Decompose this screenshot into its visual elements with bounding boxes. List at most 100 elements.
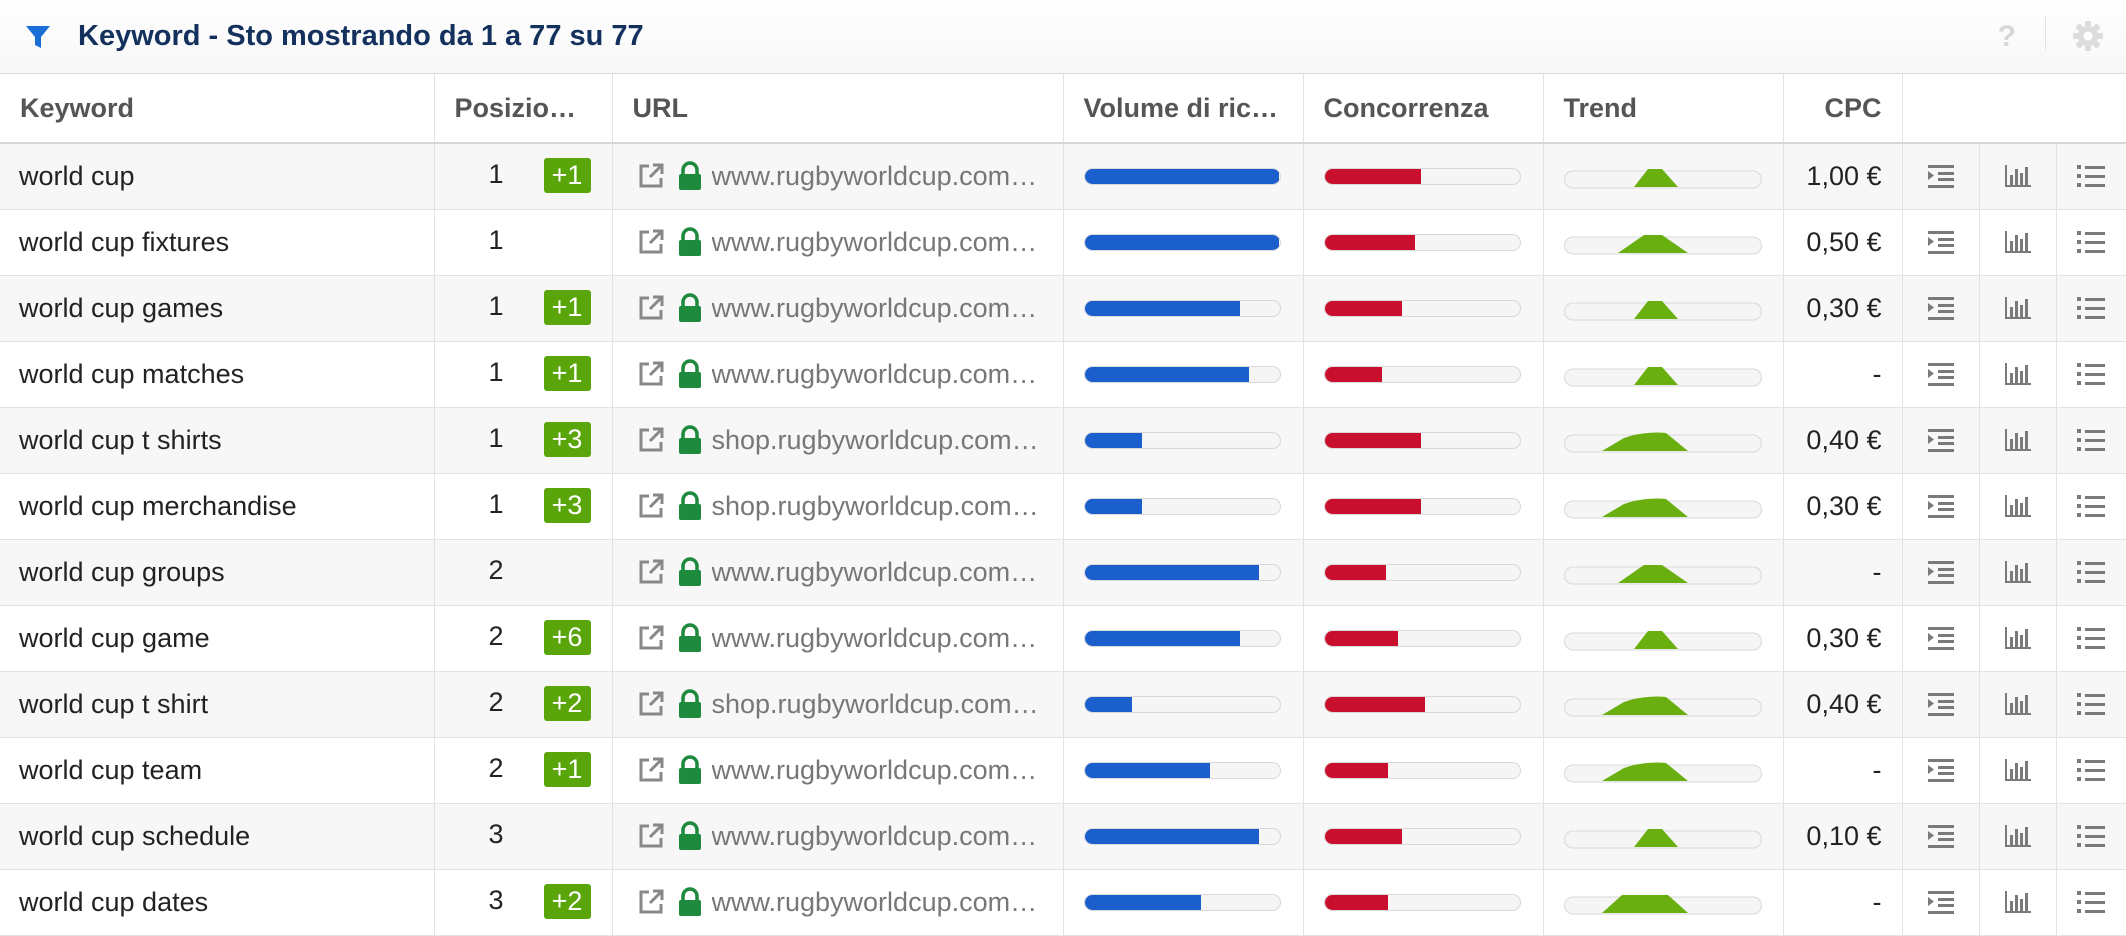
- list-icon[interactable]: [2076, 428, 2106, 452]
- external-link-icon[interactable]: [637, 624, 665, 652]
- url-link[interactable]: www.rugbyworldcup.com…: [712, 359, 1050, 390]
- indent-list-icon[interactable]: [1927, 361, 1955, 387]
- column-header-competition[interactable]: Concorrenza: [1303, 74, 1544, 144]
- indent-list-icon[interactable]: [1927, 757, 1955, 783]
- list-icon[interactable]: [2076, 824, 2106, 848]
- list-icon[interactable]: [2076, 296, 2106, 320]
- trend-sparkline[interactable]: [1563, 493, 1762, 519]
- bar-chart-icon[interactable]: [2004, 560, 2032, 584]
- bar-chart-icon[interactable]: [2004, 428, 2032, 452]
- trend-sparkline[interactable]: [1563, 163, 1762, 189]
- external-link-icon[interactable]: [637, 756, 665, 784]
- url-link[interactable]: www.rugbyworldcup.com…: [712, 821, 1050, 852]
- url-link[interactable]: shop.rugbyworldcup.com…: [712, 689, 1050, 720]
- bar-chart-icon[interactable]: [2004, 824, 2032, 848]
- url-link[interactable]: www.rugbyworldcup.com…: [712, 623, 1050, 654]
- trend-sparkline[interactable]: [1563, 625, 1762, 651]
- trend-sparkline[interactable]: [1563, 559, 1762, 585]
- list-icon[interactable]: [2076, 362, 2106, 386]
- url-link[interactable]: www.rugbyworldcup.com…: [712, 557, 1050, 588]
- keyword-cell[interactable]: world cup: [0, 143, 435, 210]
- bar-chart-icon[interactable]: [2004, 758, 2032, 782]
- table-row[interactable]: world cup game 2 +6 www.rugbyworldcup.co…: [0, 605, 2126, 672]
- trend-sparkline[interactable]: [1563, 295, 1762, 321]
- table-row[interactable]: world cup 1 +1 www.rugbyworldcup.com… 1,…: [0, 143, 2126, 210]
- trend-sparkline[interactable]: [1563, 691, 1762, 717]
- keyword-cell[interactable]: world cup dates: [0, 869, 435, 936]
- filter-icon[interactable]: [24, 23, 52, 51]
- table-row[interactable]: world cup dates 3 +2 www.rugbyworldcup.c…: [0, 869, 2126, 936]
- indent-list-icon[interactable]: [1927, 163, 1955, 189]
- indent-list-icon[interactable]: [1927, 229, 1955, 255]
- trend-sparkline[interactable]: [1563, 823, 1762, 849]
- help-icon[interactable]: ?: [1998, 20, 2016, 54]
- trend-sparkline[interactable]: [1563, 229, 1762, 255]
- list-icon[interactable]: [2076, 626, 2106, 650]
- external-link-icon[interactable]: [637, 888, 665, 916]
- column-header-cpc[interactable]: CPC: [1783, 74, 1903, 144]
- url-link[interactable]: www.rugbyworldcup.com…: [712, 755, 1050, 786]
- bar-chart-icon[interactable]: [2004, 362, 2032, 386]
- external-link-icon[interactable]: [637, 360, 665, 388]
- column-header-position[interactable]: Posizion…: [434, 74, 613, 144]
- external-link-icon[interactable]: [637, 558, 665, 586]
- column-header-keyword[interactable]: Keyword: [0, 74, 435, 144]
- column-header-url[interactable]: URL: [612, 74, 1064, 144]
- column-header-volume[interactable]: Volume di ric…: [1063, 74, 1304, 144]
- gear-icon[interactable]: [2072, 20, 2104, 52]
- keyword-cell[interactable]: world cup t shirt: [0, 671, 435, 738]
- indent-list-icon[interactable]: [1927, 493, 1955, 519]
- url-link[interactable]: www.rugbyworldcup.com…: [712, 227, 1050, 258]
- trend-sparkline[interactable]: [1563, 889, 1762, 915]
- list-icon[interactable]: [2076, 890, 2106, 914]
- table-row[interactable]: world cup matches 1 +1 www.rugbyworldcup…: [0, 341, 2126, 408]
- table-row[interactable]: world cup groups 2 www.rugbyworldcup.com…: [0, 539, 2126, 606]
- bar-chart-icon[interactable]: [2004, 626, 2032, 650]
- indent-list-icon[interactable]: [1927, 823, 1955, 849]
- external-link-icon[interactable]: [637, 492, 665, 520]
- table-row[interactable]: world cup schedule 3 www.rugbyworldcup.c…: [0, 803, 2126, 870]
- column-header-trend[interactable]: Trend: [1543, 74, 1784, 144]
- indent-list-icon[interactable]: [1927, 625, 1955, 651]
- external-link-icon[interactable]: [637, 426, 665, 454]
- bar-chart-icon[interactable]: [2004, 890, 2032, 914]
- list-icon[interactable]: [2076, 494, 2106, 518]
- keyword-cell[interactable]: world cup matches: [0, 341, 435, 408]
- bar-chart-icon[interactable]: [2004, 164, 2032, 188]
- indent-list-icon[interactable]: [1927, 427, 1955, 453]
- keyword-cell[interactable]: world cup groups: [0, 539, 435, 606]
- keyword-cell[interactable]: world cup schedule: [0, 803, 435, 870]
- indent-list-icon[interactable]: [1927, 889, 1955, 915]
- table-row[interactable]: world cup games 1 +1 www.rugbyworldcup.c…: [0, 275, 2126, 342]
- keyword-cell[interactable]: world cup games: [0, 275, 435, 342]
- trend-sparkline[interactable]: [1563, 427, 1762, 453]
- external-link-icon[interactable]: [637, 294, 665, 322]
- list-icon[interactable]: [2076, 560, 2106, 584]
- bar-chart-icon[interactable]: [2004, 296, 2032, 320]
- bar-chart-icon[interactable]: [2004, 230, 2032, 254]
- url-link[interactable]: shop.rugbyworldcup.com…: [712, 491, 1050, 522]
- trend-sparkline[interactable]: [1563, 361, 1762, 387]
- list-icon[interactable]: [2076, 230, 2106, 254]
- list-icon[interactable]: [2076, 692, 2106, 716]
- indent-list-icon[interactable]: [1927, 691, 1955, 717]
- keyword-cell[interactable]: world cup merchandise: [0, 473, 435, 540]
- keyword-cell[interactable]: world cup fixtures: [0, 209, 435, 276]
- indent-list-icon[interactable]: [1927, 295, 1955, 321]
- bar-chart-icon[interactable]: [2004, 494, 2032, 518]
- url-link[interactable]: www.rugbyworldcup.com…: [712, 293, 1050, 324]
- external-link-icon[interactable]: [637, 690, 665, 718]
- table-row[interactable]: world cup team 2 +1 www.rugbyworldcup.co…: [0, 737, 2126, 804]
- table-row[interactable]: world cup fixtures 1 www.rugbyworldcup.c…: [0, 209, 2126, 276]
- keyword-cell[interactable]: world cup team: [0, 737, 435, 804]
- url-link[interactable]: shop.rugbyworldcup.com…: [712, 425, 1050, 456]
- url-link[interactable]: www.rugbyworldcup.com…: [712, 887, 1050, 918]
- list-icon[interactable]: [2076, 164, 2106, 188]
- table-row[interactable]: world cup merchandise 1 +3 shop.rugbywor…: [0, 473, 2126, 540]
- table-row[interactable]: world cup t shirt 2 +2 shop.rugbyworldcu…: [0, 671, 2126, 738]
- list-icon[interactable]: [2076, 758, 2106, 782]
- table-row[interactable]: world cup t shirts 1 +3 shop.rugbyworldc…: [0, 407, 2126, 474]
- keyword-cell[interactable]: world cup game: [0, 605, 435, 672]
- keyword-cell[interactable]: world cup t shirts: [0, 407, 435, 474]
- bar-chart-icon[interactable]: [2004, 692, 2032, 716]
